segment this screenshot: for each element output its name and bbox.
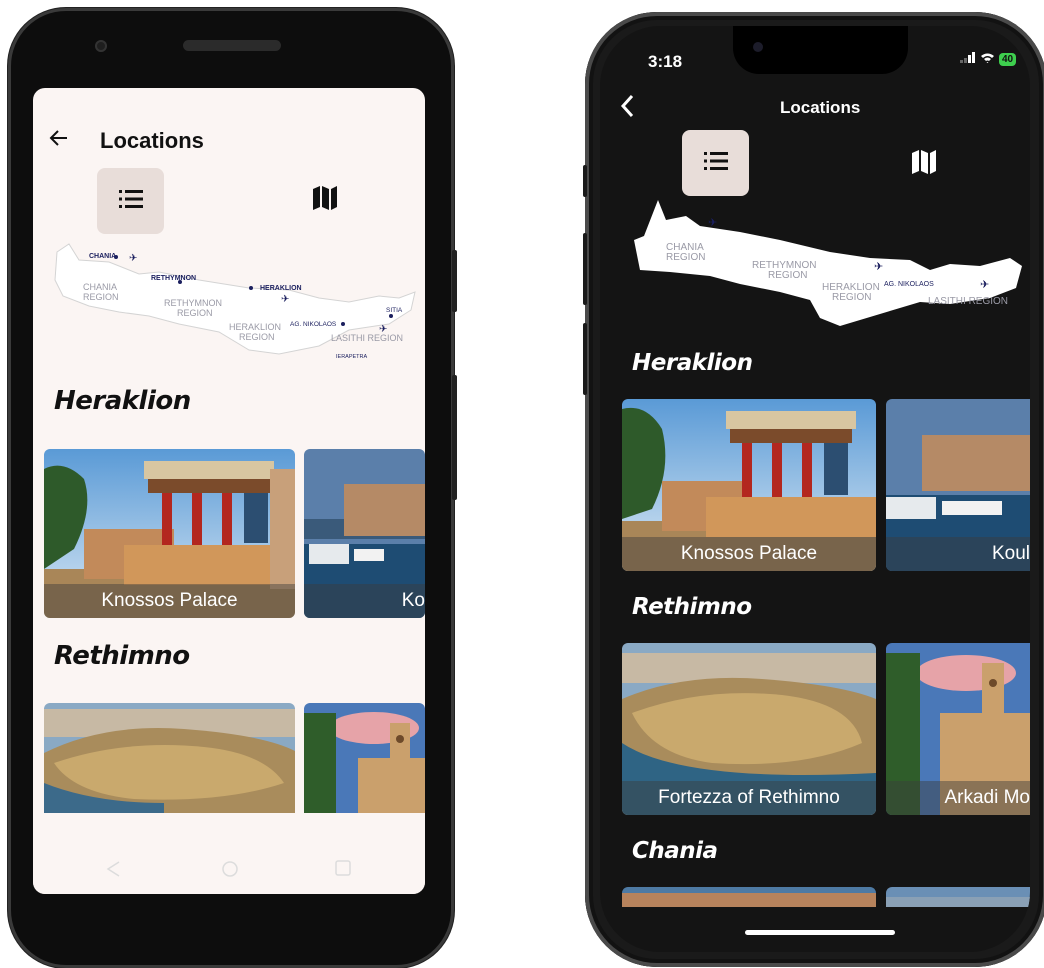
map-label-chania-region: CHANIA REGION bbox=[666, 242, 705, 263]
chevron-left-icon[interactable] bbox=[620, 94, 634, 125]
map-label-ag-nikolaos: AG. NIKOLAOS bbox=[290, 321, 337, 328]
crete-map: CHANIA REGION RETHYMNON REGION HERAKLION RE… bbox=[634, 200, 1022, 326]
svg-text:✈: ✈ bbox=[980, 279, 989, 291]
map-label-lasithi-region: LASITHI REGION bbox=[928, 296, 1008, 307]
arrow-left-icon[interactable] bbox=[49, 128, 69, 154]
section-title-heraklion: Heraklion bbox=[632, 350, 753, 376]
android-power-button bbox=[452, 250, 457, 312]
card-label: Koul bbox=[886, 537, 1030, 571]
section-title-rethimno: Rethimno bbox=[632, 594, 752, 620]
iphone-notch bbox=[733, 26, 908, 74]
section-title-heraklion: Heraklion bbox=[54, 386, 191, 416]
list-view-button[interactable] bbox=[682, 130, 749, 196]
location-card-fortezza[interactable] bbox=[44, 703, 295, 813]
android-speaker bbox=[183, 40, 281, 51]
nav-recents-icon[interactable] bbox=[335, 860, 351, 881]
map-view-button[interactable] bbox=[910, 148, 938, 181]
chania-image-1 bbox=[622, 887, 876, 907]
section-title-chania: Chania bbox=[632, 838, 718, 864]
card-label: Arkadi Mo bbox=[886, 781, 1030, 815]
page-title: Locations bbox=[100, 128, 204, 153]
location-card-chania-1[interactable] bbox=[622, 887, 876, 907]
location-card-knossos[interactable]: Knossos Palace bbox=[44, 449, 295, 618]
card-label: Fortezza of Rethimno bbox=[622, 781, 876, 815]
map-label-sitia: SITIA bbox=[386, 307, 403, 314]
location-card-koules[interactable]: Koul bbox=[886, 399, 1030, 571]
iphone-volume-down bbox=[583, 323, 587, 395]
chania-image-2 bbox=[886, 887, 1030, 907]
android-volume-button bbox=[452, 375, 457, 500]
android-screen: Locations CHANIA RETHYMNON HERAKLION AG.… bbox=[33, 88, 425, 894]
list-view-button[interactable] bbox=[97, 168, 164, 234]
arkadi-image bbox=[304, 703, 425, 813]
map-label-chania-region: CHANIA REGION bbox=[83, 282, 119, 302]
iphone-mute-switch bbox=[583, 165, 587, 197]
map-label-chania: CHANIA bbox=[89, 253, 116, 260]
status-icons: 40 bbox=[960, 52, 1017, 66]
list-icon bbox=[703, 151, 728, 175]
card-label: Ko bbox=[304, 584, 425, 618]
svg-text:✈: ✈ bbox=[874, 261, 883, 273]
map-label-ierapetra: IERAPETRA bbox=[336, 354, 368, 360]
wifi-icon bbox=[980, 52, 995, 66]
status-time: 3:18 bbox=[648, 52, 683, 71]
svg-text:✈: ✈ bbox=[708, 217, 717, 229]
location-card-koules[interactable]: Ko bbox=[304, 449, 425, 618]
location-card-knossos[interactable]: Knossos Palace bbox=[622, 399, 876, 571]
card-label: Knossos Palace bbox=[44, 584, 295, 618]
android-navigation-bar bbox=[33, 846, 425, 894]
map-label-ag-nikolaos: AG. NIKOLAOS bbox=[884, 281, 934, 288]
map-icon bbox=[311, 186, 339, 216]
svg-text:✈: ✈ bbox=[379, 324, 387, 335]
iphone-screen: 3:18 40 Locations CHANIA REGION RETHYMNON… bbox=[600, 26, 1030, 952]
location-card-arkadi[interactable] bbox=[304, 703, 425, 813]
battery-icon: 40 bbox=[999, 52, 1017, 66]
nav-back-icon[interactable] bbox=[105, 860, 121, 883]
map-icon bbox=[910, 150, 938, 180]
map-label-lasithi-region: LASITHI REGION bbox=[331, 333, 403, 343]
location-card-arkadi[interactable]: Arkadi Mo bbox=[886, 643, 1030, 815]
section-title-rethimno: Rethimno bbox=[54, 641, 190, 671]
iphone-volume-up bbox=[583, 233, 587, 305]
signal-icon bbox=[960, 52, 976, 66]
location-card-chania-2[interactable] bbox=[886, 887, 1030, 907]
svg-text:✈: ✈ bbox=[129, 253, 137, 264]
map-label-heraklion: HERAKLION bbox=[260, 285, 302, 292]
nav-home-icon[interactable] bbox=[221, 860, 239, 883]
map-view-button[interactable] bbox=[311, 184, 339, 217]
map-label-rethymnon: RETHYMNON bbox=[151, 275, 196, 282]
fortezza-image bbox=[44, 703, 295, 813]
location-card-fortezza[interactable]: Fortezza of Rethimno bbox=[622, 643, 876, 815]
android-camera bbox=[95, 40, 107, 52]
front-camera bbox=[753, 42, 763, 52]
card-label: Knossos Palace bbox=[622, 537, 876, 571]
crete-map: CHANIA RETHYMNON HERAKLION AG. NIKOLAOS … bbox=[54, 243, 416, 360]
svg-text:✈: ✈ bbox=[281, 294, 289, 305]
home-indicator[interactable] bbox=[745, 930, 895, 935]
page-title: Locations bbox=[780, 98, 861, 117]
list-icon bbox=[118, 189, 143, 213]
